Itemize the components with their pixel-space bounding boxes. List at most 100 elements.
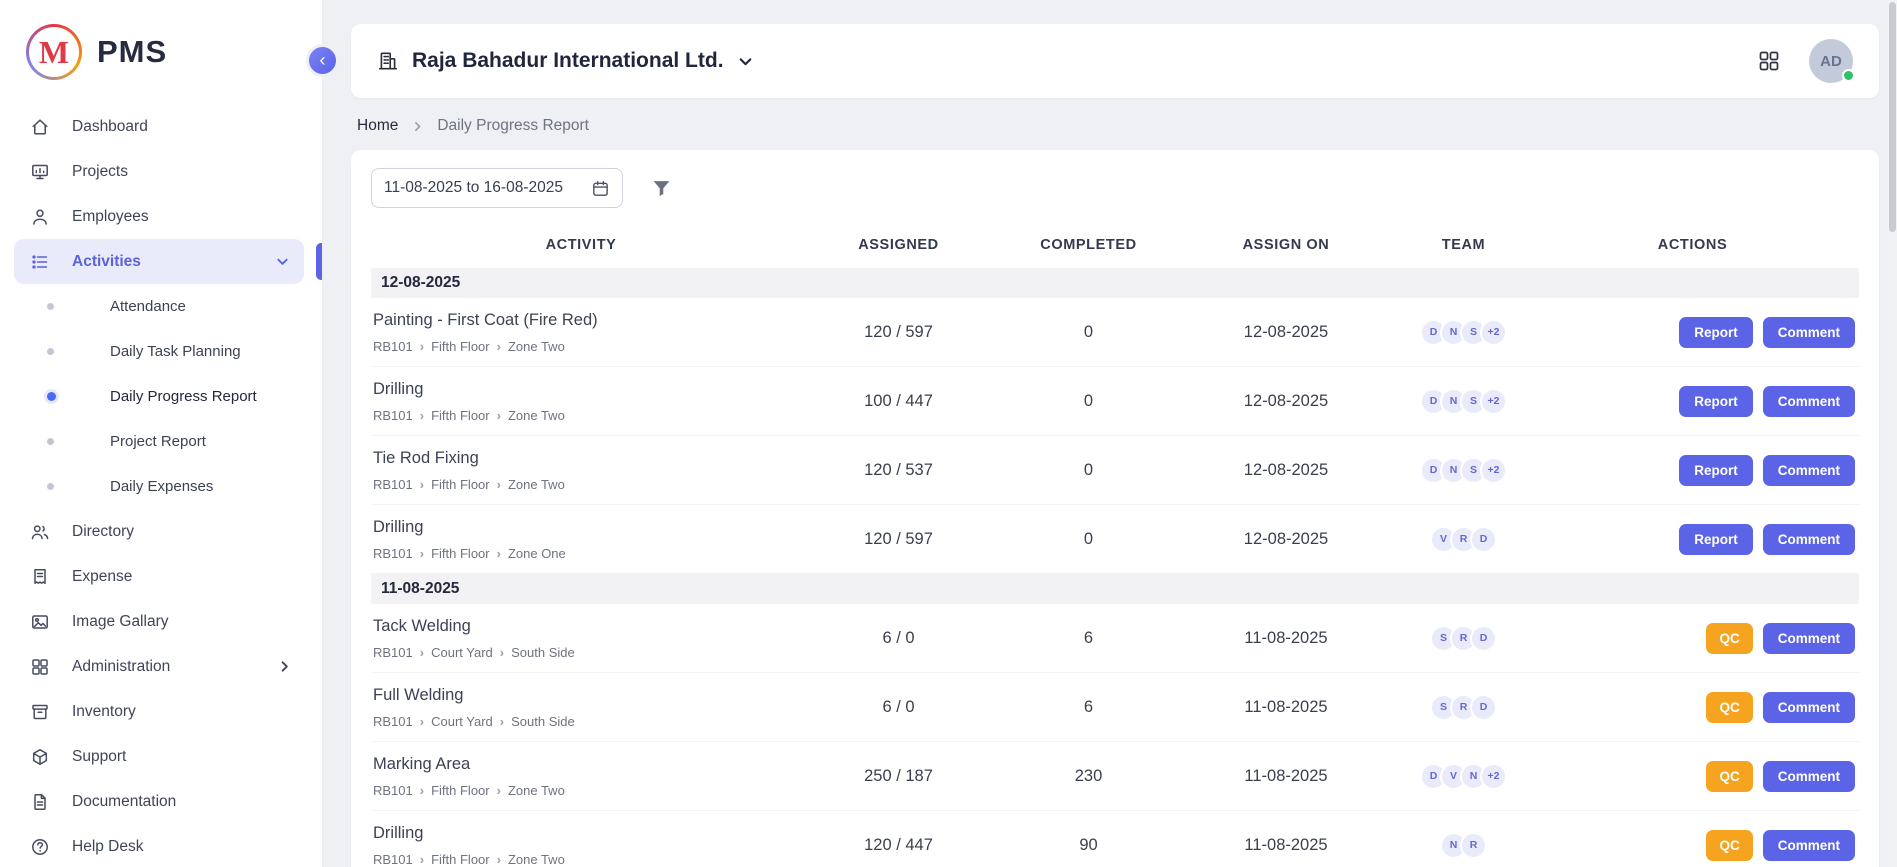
path-segment: South Side bbox=[511, 645, 575, 660]
activity-cell: Marking Area RB101Fifth FloorZone Two bbox=[371, 745, 791, 808]
team-more-badge[interactable]: +2 bbox=[1480, 388, 1507, 415]
team-avatar[interactable]: R bbox=[1460, 832, 1487, 859]
column-header: ACTIVITY bbox=[371, 237, 791, 253]
table-row: Drilling RB101Fifth FloorZone Two 100 / … bbox=[371, 367, 1859, 436]
report-button[interactable]: Report bbox=[1679, 524, 1753, 555]
activity-name: Tie Rod Fixing bbox=[373, 449, 783, 468]
completed-cell: 0 bbox=[1006, 392, 1171, 411]
path-segment: Zone Two bbox=[508, 783, 565, 798]
team-cell: NR bbox=[1401, 832, 1526, 859]
team-avatar[interactable]: D bbox=[1470, 526, 1497, 553]
completed-cell: 90 bbox=[1006, 836, 1171, 855]
chevron-right-icon bbox=[411, 120, 424, 133]
team-more-badge[interactable]: +2 bbox=[1480, 763, 1507, 790]
comment-button[interactable]: Comment bbox=[1763, 623, 1855, 654]
topbar-right: AD bbox=[1757, 39, 1853, 83]
page-scrollbar[interactable] bbox=[1888, 0, 1897, 867]
comment-button[interactable]: Comment bbox=[1763, 692, 1855, 723]
comment-button[interactable]: Comment bbox=[1763, 455, 1855, 486]
comment-button[interactable]: Comment bbox=[1763, 830, 1855, 861]
sidebar-subitem-daily-expenses[interactable]: Daily Expenses bbox=[0, 464, 322, 509]
calendar-icon bbox=[591, 179, 610, 198]
breadcrumb-home-link[interactable]: Home bbox=[357, 117, 398, 135]
activity-name: Full Welding bbox=[373, 686, 783, 705]
team-cell: DNS+2 bbox=[1401, 319, 1526, 346]
avatar-initials: AD bbox=[1820, 53, 1842, 70]
sidebar-item-activities[interactable]: Activities bbox=[14, 239, 304, 284]
activity-cell: Tack Welding RB101Court YardSouth Side bbox=[371, 607, 791, 670]
sidebar-item-image-gallary[interactable]: Image Gallary bbox=[0, 599, 322, 644]
column-header: TEAM bbox=[1401, 237, 1526, 253]
team-cell: VRD bbox=[1401, 526, 1526, 553]
table-row: Full Welding RB101 Court Yard South Side 6… bbox=[371, 673, 1859, 742]
team-avatar[interactable]: D bbox=[1470, 625, 1497, 652]
path-segment: Fifth Floor bbox=[431, 339, 490, 354]
sidebar-subitem-daily-task-planning[interactable]: Daily Task Planning bbox=[0, 329, 322, 374]
sidebar-item-directory[interactable]: Directory bbox=[0, 509, 322, 554]
sidebar-subitem-project-report[interactable]: Project Report bbox=[0, 419, 322, 464]
comment-button[interactable]: Comment bbox=[1763, 317, 1855, 348]
comment-button[interactable]: Comment bbox=[1763, 761, 1855, 792]
sidebar-item-help-desk[interactable]: Help Desk bbox=[0, 824, 322, 867]
administration-icon bbox=[28, 657, 52, 677]
path-segment: South Side bbox=[511, 714, 575, 729]
column-header: COMPLETED bbox=[1006, 237, 1171, 253]
path-chevron-icon bbox=[500, 645, 504, 660]
user-avatar[interactable]: AD bbox=[1809, 39, 1853, 83]
team-more-badge[interactable]: +2 bbox=[1480, 319, 1507, 346]
sidebar-subitem-daily-progress-report[interactable]: Daily Progress Report bbox=[0, 374, 322, 419]
path-chevron-icon bbox=[497, 477, 501, 492]
sidebar-item-label: Support bbox=[72, 748, 126, 766]
comment-button[interactable]: Comment bbox=[1763, 524, 1855, 555]
team-avatar[interactable]: D bbox=[1470, 694, 1497, 721]
path-segment: Fifth Floor bbox=[431, 546, 490, 561]
qc-button[interactable]: QC bbox=[1706, 761, 1752, 792]
qc-button[interactable]: QC bbox=[1706, 830, 1752, 861]
sidebar-item-expense[interactable]: Expense bbox=[0, 554, 322, 599]
sidebar-item-dashboard[interactable]: Dashboard bbox=[0, 104, 322, 149]
sidebar-subitem-attendance[interactable]: Attendance bbox=[0, 284, 322, 329]
scrollbar-thumb[interactable] bbox=[1889, 2, 1896, 232]
path-segment: Fifth Floor bbox=[431, 852, 490, 867]
qc-button[interactable]: QC bbox=[1706, 692, 1752, 723]
team-cell: DNS+2 bbox=[1401, 388, 1526, 415]
report-button[interactable]: Report bbox=[1679, 455, 1753, 486]
sidebar-item-employees[interactable]: Employees bbox=[0, 194, 322, 239]
sidebar-collapse-button[interactable]: ‹ bbox=[306, 44, 339, 77]
sidebar-subitem-label: Attendance bbox=[110, 298, 186, 315]
assign-on-cell: 11-08-2025 bbox=[1171, 629, 1401, 648]
sidebar-item-administration[interactable]: Administration bbox=[0, 644, 322, 689]
path-segment: RB101 bbox=[373, 714, 413, 729]
report-button[interactable]: Report bbox=[1679, 386, 1753, 417]
sidebar-item-label: Documentation bbox=[72, 793, 176, 811]
projects-icon bbox=[28, 162, 52, 182]
assigned-cell: 120 / 447 bbox=[791, 836, 1006, 855]
path-chevron-icon bbox=[497, 339, 501, 354]
path-segment: Court Yard bbox=[431, 714, 493, 729]
team-more-badge[interactable]: +2 bbox=[1480, 457, 1507, 484]
activity-name: Drilling bbox=[373, 380, 783, 399]
support-icon bbox=[28, 747, 52, 767]
qc-button[interactable]: QC bbox=[1706, 623, 1752, 654]
apps-grid-icon[interactable] bbox=[1757, 49, 1781, 73]
comment-button[interactable]: Comment bbox=[1763, 386, 1855, 417]
completed-cell: 0 bbox=[1006, 530, 1171, 549]
path-segment: Zone Two bbox=[508, 477, 565, 492]
team-cell: SRD bbox=[1401, 694, 1526, 721]
report-button[interactable]: Report bbox=[1679, 317, 1753, 348]
actions-cell: QC Comment bbox=[1526, 623, 1859, 654]
assigned-cell: 6 / 0 bbox=[791, 698, 1006, 717]
logo: M PMS bbox=[0, 0, 322, 96]
date-range-input[interactable]: 11-08-2025 to 16-08-2025 bbox=[371, 168, 623, 208]
sidebar-subitem-label: Daily Progress Report bbox=[110, 388, 257, 405]
filter-icon[interactable] bbox=[651, 178, 672, 199]
assign-on-cell: 12-08-2025 bbox=[1171, 530, 1401, 549]
sidebar-item-projects[interactable]: Projects bbox=[0, 149, 322, 194]
company-selector[interactable]: Raja Bahadur International Ltd. bbox=[377, 49, 754, 73]
sidebar-item-inventory[interactable]: Inventory bbox=[0, 689, 322, 734]
sidebar-item-support[interactable]: Support bbox=[0, 734, 322, 779]
sidebar-item-documentation[interactable]: Documentation bbox=[0, 779, 322, 824]
activity-name: Marking Area bbox=[373, 755, 783, 774]
completed-cell: 0 bbox=[1006, 461, 1171, 480]
sidebar-item-label: Expense bbox=[72, 568, 132, 586]
